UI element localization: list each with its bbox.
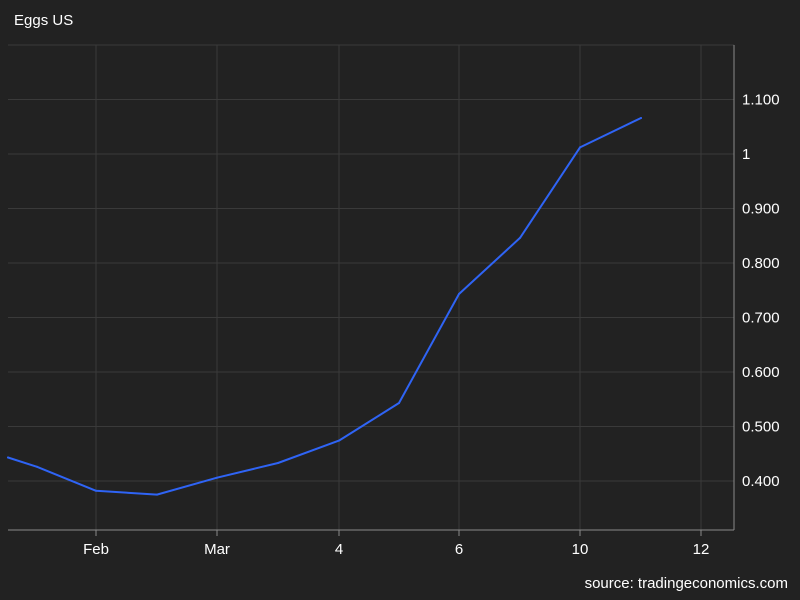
y-tick-label: 1 bbox=[742, 146, 750, 163]
data-point bbox=[216, 476, 218, 479]
y-tick-label: 0.800 bbox=[742, 255, 780, 272]
grid-lines bbox=[8, 44, 734, 530]
data-point bbox=[36, 465, 38, 468]
data-point bbox=[277, 462, 279, 464]
data-point bbox=[519, 236, 521, 239]
x-tick-label: 12 bbox=[693, 541, 710, 558]
data-point bbox=[640, 117, 642, 119]
y-tick-label: 1.100 bbox=[742, 91, 780, 108]
axes bbox=[8, 45, 735, 536]
data-point bbox=[7, 456, 9, 459]
line-chart: Feb Mar 4 6 10 12 0.4000.5000.6000.7000.8000.… bbox=[7, 44, 780, 558]
y-tick-label: 0.600 bbox=[742, 364, 780, 381]
x-tick-label: Mar bbox=[204, 541, 230, 558]
x-tick-label: Feb bbox=[83, 541, 109, 558]
y-tick-label: 0.700 bbox=[742, 309, 780, 326]
x-tick-label: 6 bbox=[455, 541, 463, 558]
data-point bbox=[579, 146, 581, 149]
data-point bbox=[398, 402, 400, 404]
data-point bbox=[156, 493, 158, 496]
x-axis-labels: Feb Mar 4 6 10 12 bbox=[83, 541, 709, 558]
data-point bbox=[95, 489, 97, 492]
series-line bbox=[7, 117, 642, 496]
x-tick-label: 10 bbox=[572, 541, 589, 558]
data-point bbox=[458, 293, 460, 295]
y-tick-label: 0.400 bbox=[742, 473, 780, 490]
series-group bbox=[7, 117, 642, 496]
x-tick-label: 4 bbox=[335, 541, 343, 558]
source-text: source: tradingeconomics.com bbox=[584, 575, 788, 592]
y-axis-labels: 0.400 0.500 0.600 0.700 0.800 0.900 1 1.100 bbox=[742, 91, 780, 489]
y-tick-label: 0.500 bbox=[742, 418, 780, 435]
data-point bbox=[338, 439, 340, 442]
y-tick-label: 0.900 bbox=[742, 200, 780, 217]
